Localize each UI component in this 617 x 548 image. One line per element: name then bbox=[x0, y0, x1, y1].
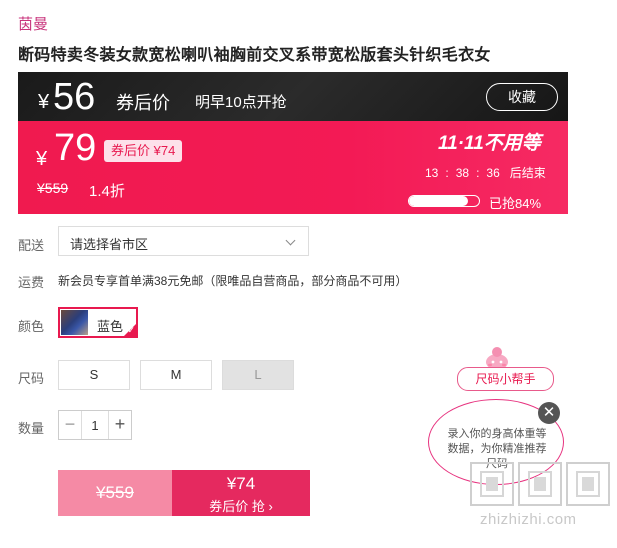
watermark-glyph bbox=[566, 462, 610, 506]
size-label: 尺码 bbox=[18, 371, 45, 386]
shipping-label: 配送 bbox=[18, 238, 45, 253]
coupon-price: 56 bbox=[53, 76, 96, 118]
quantity-label: 数量 bbox=[18, 421, 45, 436]
claimed-progress-fill bbox=[409, 196, 468, 206]
price-bar: ¥ 79 券后价 ¥74 ¥559 1.4折 11·11不用等 13:38:36… bbox=[18, 121, 568, 214]
watermark-logo bbox=[470, 462, 610, 506]
buy-bar: ¥559 ¥74 券后价 抢 › bbox=[58, 470, 310, 516]
region-select[interactable]: 请选择省市区 bbox=[58, 226, 309, 256]
event-title: 11·11不用等 bbox=[438, 133, 541, 154]
list-price: ¥559 bbox=[37, 180, 69, 196]
color-option-label: 蓝色 bbox=[97, 319, 124, 334]
size-option-l: L bbox=[222, 360, 294, 390]
size-helper-button[interactable]: 尺码小帮手 bbox=[457, 367, 554, 391]
minus-button[interactable]: − bbox=[59, 411, 82, 439]
presale-bar: ¥ 56 券后价 明早10点开抢 收藏 bbox=[18, 72, 568, 121]
favorite-button[interactable]: 收藏 bbox=[486, 83, 558, 111]
close-icon[interactable]: ✕ bbox=[538, 402, 560, 424]
brand-name[interactable]: 茵曼 bbox=[18, 13, 48, 34]
claimed-label: 已抢84% bbox=[489, 196, 542, 211]
claimed-progress-bar bbox=[408, 195, 480, 207]
countdown-separator: : bbox=[445, 166, 449, 180]
chevron-down-icon bbox=[285, 235, 296, 246]
buy-action-label: 券后价 抢 › bbox=[209, 499, 273, 514]
countdown-separator: : bbox=[476, 166, 480, 180]
buy-now-button[interactable]: ¥74 券后价 抢 › bbox=[172, 470, 310, 516]
watermark-glyph bbox=[518, 462, 562, 506]
price-banner: ¥ 56 券后价 明早10点开抢 收藏 ¥ 79 券后价 ¥74 ¥559 1.… bbox=[18, 72, 568, 214]
watermark: zhizhizhi.com bbox=[470, 462, 610, 528]
quantity-stepper: − 1 + bbox=[58, 410, 132, 440]
sale-start-note: 明早10点开抢 bbox=[195, 94, 287, 111]
plus-button[interactable]: + bbox=[108, 411, 131, 439]
color-label: 颜色 bbox=[18, 319, 45, 334]
shipping-fee-text: 新会员专享首单满38元免邮（限唯品自营商品，部分商品不可用） bbox=[58, 274, 408, 288]
shipping-fee-label: 运费 bbox=[18, 275, 45, 290]
countdown-hours: 13 bbox=[425, 166, 439, 180]
quantity-value[interactable]: 1 bbox=[82, 418, 108, 433]
watermark-glyph bbox=[470, 462, 514, 506]
color-option-blue[interactable]: 蓝色 ✓ bbox=[58, 307, 138, 338]
list-price-button[interactable]: ¥559 bbox=[58, 470, 172, 516]
coupon-price-label: 券后价 bbox=[116, 93, 170, 113]
region-select-value: 请选择省市区 bbox=[70, 237, 149, 252]
checkmark-icon: ✓ bbox=[127, 325, 135, 335]
currency-symbol: ¥ bbox=[36, 148, 48, 170]
buy-coupon-price: ¥74 bbox=[226, 474, 256, 493]
color-thumbnail bbox=[61, 310, 88, 335]
countdown-suffix: 后结束 bbox=[509, 166, 546, 180]
currency-symbol: ¥ bbox=[38, 91, 50, 113]
coupon-tag: 券后价 ¥74 bbox=[104, 140, 183, 162]
size-option-s[interactable]: S bbox=[58, 360, 130, 390]
countdown-minutes: 38 bbox=[455, 166, 470, 180]
product-title: 断码特卖冬装女款宽松喇叭袖胸前交叉系带宽松版套头针织毛衣女 bbox=[18, 47, 491, 64]
watermark-text: zhizhizhi.com bbox=[480, 511, 577, 528]
current-price: 79 bbox=[54, 127, 97, 169]
countdown-timer: 13:38:36 后结束 bbox=[425, 164, 546, 181]
size-option-m[interactable]: M bbox=[140, 360, 212, 390]
discount-rate: 1.4折 bbox=[89, 183, 125, 200]
countdown-seconds: 36 bbox=[486, 166, 500, 180]
